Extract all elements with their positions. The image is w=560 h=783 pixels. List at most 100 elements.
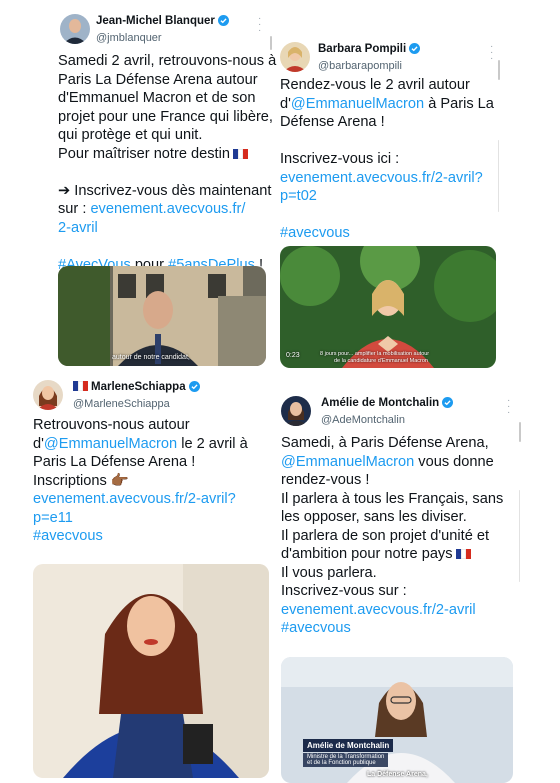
tweet-blanquer[interactable]: Jean-Michel Blanquer @jmblanquer · · · Sam… <box>58 12 276 368</box>
tweet-text-line: rendez-vous ! <box>281 471 503 490</box>
text-fragment: Retrouvons-nous autour <box>33 417 190 433</box>
verified-badge-icon <box>442 397 454 408</box>
more-options-icon[interactable]: · · · <box>490 42 493 64</box>
tweet-text-line: Samedi, à Paris Défense Arena, <box>281 434 503 453</box>
mention-link[interactable]: @EmmanuelMacron <box>281 454 414 470</box>
tweet-text-line: sur : evenement.avecvous.fr/ <box>58 200 276 219</box>
video-caption: 8 jours pour... amplifier la mobilisatio… <box>320 351 430 357</box>
tweet-video[interactable]: autour de notre candidat, <box>58 266 266 366</box>
more-options-icon[interactable]: · · · <box>507 396 510 418</box>
url-link[interactable]: p=e11 <box>33 510 73 526</box>
text-fragment: ➔ Inscrivez-vous dès maintenant <box>58 182 272 199</box>
tweet-text-line: @EmmanuelMacron vous donne <box>281 453 503 472</box>
tweet-text-line: Paris La Défense Arena autour <box>58 71 276 90</box>
lower-third-title-line: et de la Fonction publique <box>307 760 376 766</box>
more-options-icon[interactable]: · · · <box>258 14 261 36</box>
tweet-text: Samedi 2 avril, retrouvons-nous à Paris L… <box>58 52 276 274</box>
text-fragment: Samedi 2 avril, retrouvons-nous à <box>58 53 277 69</box>
url-link[interactable]: evenement.avecvous.fr/2-avril? <box>33 491 236 507</box>
video-caption: de la candidature d'Emmanuel Macron <box>334 358 428 364</box>
tweet-text-line: d'@EmmanuelMacron le 2 avril à <box>33 435 248 454</box>
verified-badge-icon <box>217 15 229 26</box>
tweet-text-line: Il parlera de son projet d'unité et <box>281 527 503 546</box>
text-fragment: le 2 avril à <box>177 435 248 452</box>
author-handle[interactable]: @barbarapompili <box>318 60 402 72</box>
author-name[interactable]: MarleneSchiappa <box>91 381 186 393</box>
tweet-text-line: evenement.avecvous.fr/2-avril <box>281 601 503 620</box>
verified-badge-icon <box>188 381 200 392</box>
tweet-text-line: Paris La Défense Arena ! <box>33 453 248 472</box>
verified-badge-icon <box>409 43 421 54</box>
tweet-text-line: Retrouvons-nous autour <box>33 416 248 435</box>
text-fragment: projet pour une France qui libère, <box>58 108 273 125</box>
text-fragment: rendez-vous ! <box>281 472 370 488</box>
text-fragment: Rendez-vous le 2 avril autour <box>280 77 470 93</box>
hashtag-link[interactable]: #avecvous <box>280 225 350 241</box>
tweet-pompili[interactable]: Barbara Pompili @barbarapompili · · · Rend… <box>280 40 498 370</box>
text-fragment: Défense Arena ! <box>280 114 385 130</box>
video-timestamp: 0:23 <box>286 352 300 359</box>
mention-link[interactable]: @EmmanuelMacron <box>291 96 424 112</box>
mention-link[interactable]: @EmmanuelMacron <box>44 436 177 452</box>
tweet-video[interactable]: Amélie de Montchalin Ministre de la Tran… <box>281 657 513 783</box>
tweet-text-line: Il parlera à tous les Français, sans <box>281 490 503 509</box>
author-name[interactable]: Jean-Michel Blanquer <box>96 15 215 27</box>
scrollbar[interactable] <box>519 490 520 582</box>
tweet-video[interactable]: 0:23 8 jours pour... amplifier la mobili… <box>280 246 496 368</box>
tweet-schiappa[interactable]: MarleneSchiappa @MarleneSchiappa Retrouv… <box>33 378 269 778</box>
tweet-text: Retrouvons-nous autour d'@EmmanuelMacron … <box>33 416 248 546</box>
avatar[interactable] <box>33 380 63 410</box>
url-link[interactable]: evenement.avecvous.fr/2-avril? <box>280 170 483 186</box>
tweet-text-line: p=t02 <box>280 187 494 206</box>
author-name[interactable]: Barbara Pompili <box>318 43 406 55</box>
url-link[interactable]: p=t02 <box>280 188 317 204</box>
video-thumbnail <box>58 266 266 366</box>
tweet-text-line: evenement.avecvous.fr/2-avril? <box>280 169 494 188</box>
backhand-index-pointing-right-icon: 👉🏾 <box>110 472 130 489</box>
url-link[interactable]: 2-avril <box>58 220 98 236</box>
url-link[interactable]: evenement.avecvous.fr/ <box>90 201 245 217</box>
tweet-text-line: projet pour une France qui libère, <box>58 108 276 127</box>
text-fragment: Paris La Défense Arena ! <box>33 454 196 470</box>
tweet-text-line: Pour maîtriser notre destin <box>58 145 276 164</box>
text-fragment: qui protège et qui unit. <box>58 127 203 143</box>
scrollbar[interactable] <box>498 140 499 212</box>
avatar[interactable] <box>60 14 90 44</box>
tweet-montchalin[interactable]: Amélie de Montchalin @AdeMontchalin · · · … <box>281 394 517 783</box>
tweet-text-line: evenement.avecvous.fr/2-avril? <box>33 490 248 509</box>
text-fragment: Pour maîtriser notre destin <box>58 145 230 162</box>
tweet-text-line: Inscrivez-vous ici : <box>280 150 494 169</box>
text-fragment: Paris La Défense Arena autour <box>58 71 258 88</box>
avatar[interactable] <box>281 396 311 426</box>
lower-third-name: Amélie de Montchalin <box>303 739 394 752</box>
tweet-header: Jean-Michel Blanquer @jmblanquer · · · <box>58 12 270 56</box>
scrollbar[interactable] <box>519 422 521 442</box>
tweet-text-line: Inscriptions 👉🏾 <box>33 472 248 491</box>
french-flag-icon <box>232 146 248 159</box>
hashtag-link[interactable]: #avecvous <box>33 528 103 544</box>
tweet-header: Amélie de Montchalin @AdeMontchalin · · · <box>281 394 517 438</box>
hashtag-link[interactable]: #avecvous <box>281 620 351 636</box>
tweet-text-line: #avecvous <box>281 619 503 638</box>
avatar[interactable] <box>280 42 310 72</box>
tweet-text-line: les opposer, sans les diviser. <box>281 508 503 527</box>
text-fragment: Il parlera à tous les Français, sans <box>281 490 504 507</box>
url-link[interactable]: evenement.avecvous.fr/2-avril <box>281 602 476 618</box>
tweet-text-line: d'ambition pour notre pays <box>281 545 503 564</box>
tweet-video[interactable] <box>33 564 269 778</box>
scrollbar[interactable] <box>270 36 272 50</box>
author-name[interactable]: Amélie de Montchalin <box>321 397 439 409</box>
text-fragment: vous donne <box>414 453 494 470</box>
video-thumbnail <box>33 564 269 778</box>
tweet-text-line: Samedi 2 avril, retrouvons-nous à <box>58 52 276 71</box>
author-handle[interactable]: @jmblanquer <box>96 32 162 44</box>
author-handle[interactable]: @AdeMontchalin <box>321 414 405 426</box>
text-fragment: Il vous parlera. <box>281 564 377 581</box>
author-handle[interactable]: @MarleneSchiappa <box>73 398 170 410</box>
tweet-text-line: p=e11 <box>33 509 248 528</box>
tweet-text-line: Défense Arena ! <box>280 113 494 132</box>
scrollbar[interactable] <box>498 60 500 80</box>
text-fragment: à Paris La <box>424 95 494 112</box>
